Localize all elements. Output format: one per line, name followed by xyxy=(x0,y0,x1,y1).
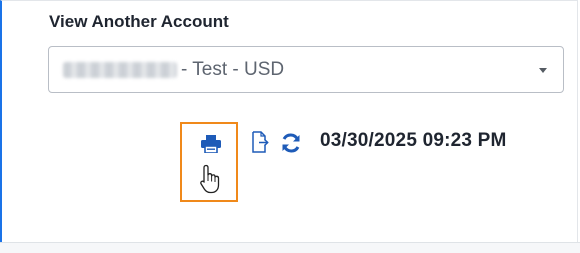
account-panel: View Another Account - Test - USD 03/30/… xyxy=(0,0,578,242)
export-file-icon[interactable] xyxy=(251,131,269,153)
masked-account-number xyxy=(63,62,177,78)
refresh-icon[interactable] xyxy=(280,132,302,154)
view-another-account-label: View Another Account xyxy=(49,12,229,31)
chevron-down-icon[interactable] xyxy=(539,68,547,73)
print-button[interactable] xyxy=(180,122,238,202)
last-updated-timestamp: 03/30/2025 09:23 PM xyxy=(320,130,507,151)
account-select-value: - Test - USD xyxy=(181,59,285,80)
panel-footer xyxy=(0,242,580,253)
hand-cursor-icon xyxy=(200,164,220,194)
account-select[interactable]: - Test - USD xyxy=(48,46,564,93)
printer-icon[interactable] xyxy=(201,135,221,153)
